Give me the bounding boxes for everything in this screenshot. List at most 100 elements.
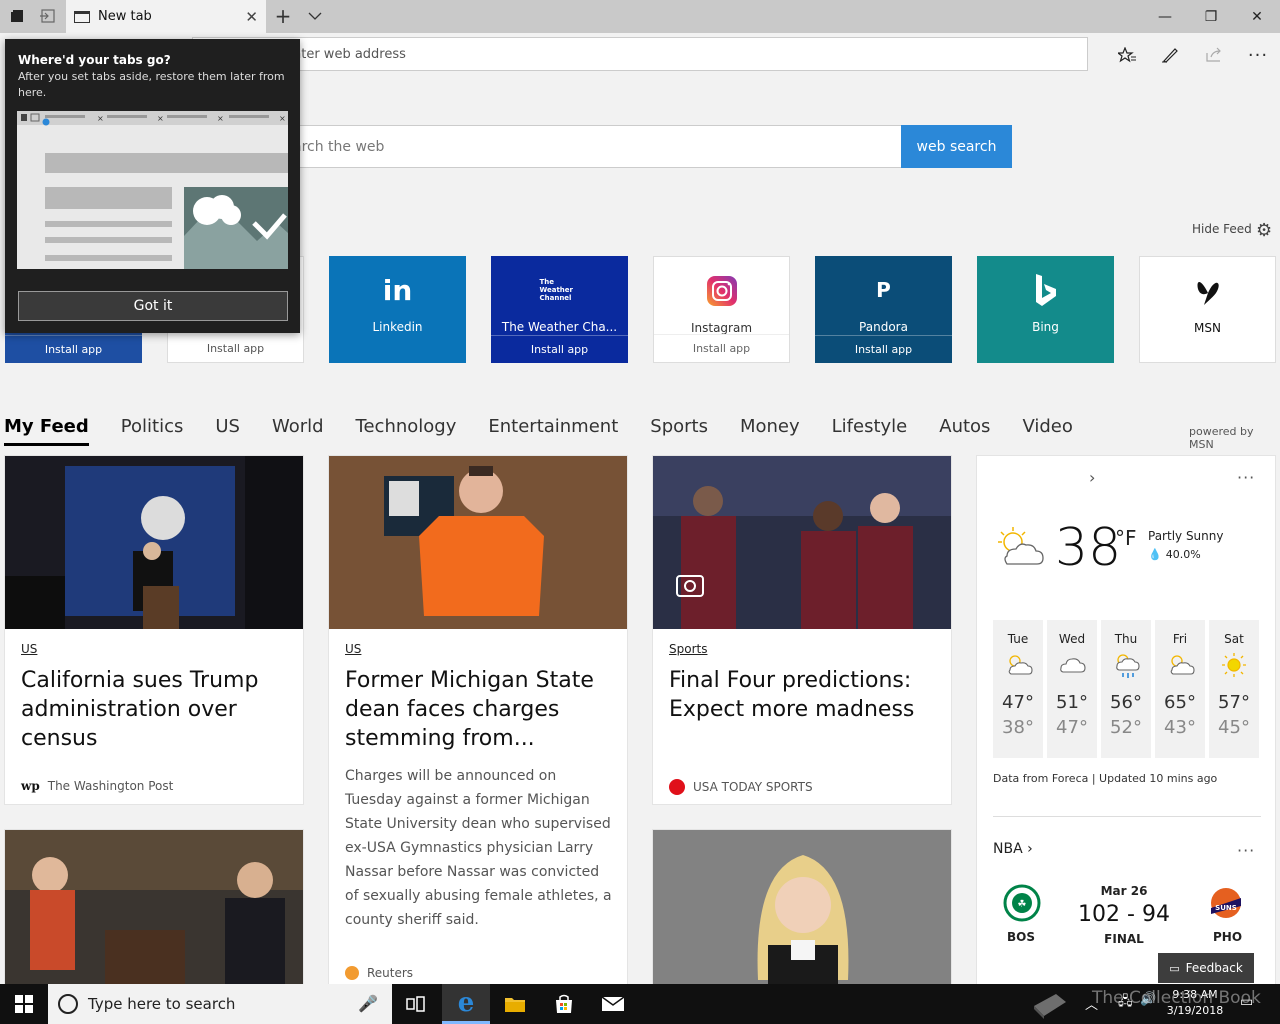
tile-pandora[interactable]: P Pandora Install app [815, 256, 952, 363]
news-headline[interactable]: Former Michigan State dean faces charges… [345, 666, 615, 753]
tab-previews-icon[interactable] [6, 6, 28, 26]
tab-sports[interactable]: Sports [650, 416, 708, 446]
divider [993, 816, 1261, 817]
feedback-button[interactable]: ▭ Feedback [1158, 953, 1254, 983]
store-icon[interactable] [540, 984, 588, 1024]
forecast-day[interactable]: Thu 56° 52° [1101, 620, 1151, 758]
more-options-icon[interactable]: ··· [1237, 841, 1255, 860]
tile-linkedin[interactable]: in Linkedin [329, 256, 466, 363]
forecast-day[interactable]: Wed 51° 47° [1047, 620, 1097, 758]
edge-browser-icon[interactable]: e [442, 984, 490, 1024]
tab-autos[interactable]: Autos [939, 416, 990, 446]
chevron-right-icon[interactable]: › [1089, 468, 1095, 487]
news-card[interactable]: US Former Michigan State dean faces char… [328, 455, 628, 985]
nba-title-link[interactable]: NBA › [993, 841, 1033, 857]
web-note-pen-icon[interactable] [1158, 44, 1182, 66]
new-tab-plus-icon[interactable]: + [272, 4, 294, 28]
news-description: Charges will be announced on Tuesday aga… [345, 768, 612, 928]
butterfly-icon [1194, 271, 1222, 311]
precip-value: 40.0% [1165, 548, 1201, 561]
install-app-label[interactable]: Install app [654, 334, 789, 362]
news-category[interactable]: Sports [669, 642, 707, 656]
reuters-icon [345, 966, 359, 980]
tab-world[interactable]: World [272, 416, 324, 446]
close-window-button[interactable]: ✕ [1234, 0, 1280, 33]
svg-text:×: × [279, 114, 286, 123]
taskbar-search-box[interactable]: Type here to search 🎤 [48, 984, 392, 1024]
hide-feed-link[interactable]: Hide Feed [1192, 222, 1252, 236]
forecast-high: 57° [1218, 692, 1250, 713]
news-source: Reuters [345, 966, 413, 980]
news-card[interactable] [4, 829, 304, 985]
set-tabs-aside-icon[interactable] [37, 6, 59, 26]
share-icon[interactable] [1202, 44, 1226, 66]
tab-new-tab[interactable]: New tab ✕ [66, 0, 266, 33]
favorites-star-icon[interactable] [1115, 44, 1139, 66]
file-explorer-icon[interactable] [491, 984, 539, 1024]
news-category[interactable]: US [21, 642, 37, 656]
web-search-button[interactable]: web search [901, 125, 1012, 168]
news-source: USA TODAY SPORTS [669, 779, 813, 795]
tile-label: Linkedin [372, 320, 423, 334]
install-app-label[interactable]: Install app [491, 335, 628, 363]
tab-entertainment[interactable]: Entertainment [488, 416, 618, 446]
tile-msn[interactable]: MSN [1139, 256, 1276, 363]
tile-bing[interactable]: Bing [977, 256, 1114, 363]
tab-my-feed[interactable]: My Feed [4, 416, 89, 446]
tab-lifestyle[interactable]: Lifestyle [832, 416, 908, 446]
install-app-label[interactable]: Install app [815, 335, 952, 363]
mail-icon[interactable] [589, 984, 637, 1024]
tile-label: The Weather Cha... [501, 320, 618, 334]
forecast-day-name: Sat [1224, 632, 1244, 646]
restore-button[interactable]: ❐ [1188, 0, 1234, 33]
microphone-icon[interactable]: 🎤 [358, 994, 378, 1013]
news-headline[interactable]: California sues Trump administration ove… [21, 666, 291, 753]
tab-video[interactable]: Video [1022, 416, 1072, 446]
address-field[interactable]: nter web address [192, 37, 1088, 71]
minimize-button[interactable]: — [1142, 0, 1188, 33]
tile-weather-channel[interactable]: The Weather Channel The Weather Cha... I… [491, 256, 628, 363]
tile-label: MSN [1194, 321, 1221, 335]
got-it-button[interactable]: Got it [18, 291, 288, 321]
gear-icon[interactable]: ⚙ [1256, 220, 1272, 241]
more-options-icon[interactable]: ··· [1237, 468, 1255, 487]
tab-technology[interactable]: Technology [356, 416, 457, 446]
forecast-high: 51° [1056, 692, 1088, 713]
forecast-day[interactable]: Fri 65° 43° [1155, 620, 1205, 758]
news-category[interactable]: US [345, 642, 361, 656]
weather-credit[interactable]: Data from Foreca | Updated 10 mins ago [993, 772, 1217, 785]
tab-title: New tab [98, 9, 152, 24]
chevron-down-icon[interactable] [304, 6, 326, 26]
install-app-label[interactable]: Install app [5, 335, 142, 363]
news-card[interactable]: US California sues Trump administration … [4, 455, 304, 805]
game-date: Mar 26 [1100, 884, 1148, 898]
temperature-unit[interactable]: °F [1115, 526, 1137, 550]
news-card[interactable]: Sports Final Four predictions: Expect mo… [652, 455, 952, 805]
install-app-label[interactable]: Install app [168, 334, 303, 362]
instagram-icon [706, 271, 738, 311]
home-team: BOS [1007, 930, 1035, 944]
tab-politics[interactable]: Politics [121, 416, 184, 446]
away-team: PHO [1213, 930, 1243, 944]
forecast-high: 47° [1002, 692, 1034, 713]
windows-start-icon[interactable] [0, 984, 48, 1024]
feedback-label: Feedback [1185, 961, 1243, 975]
forecast-high: 65° [1164, 692, 1196, 713]
tile-label: Instagram [690, 321, 753, 335]
tab-us[interactable]: US [215, 416, 240, 446]
svg-text:☘: ☘ [1018, 899, 1027, 910]
tile-instagram[interactable]: Instagram Install app [653, 256, 790, 363]
tab-close-icon[interactable]: ✕ [245, 8, 258, 26]
news-card[interactable] [652, 829, 952, 985]
more-options-icon[interactable]: ··· [1246, 44, 1270, 66]
forecast-day-name: Wed [1058, 632, 1086, 646]
forecast-day[interactable]: Sat 57° 45° [1209, 620, 1259, 758]
news-headline[interactable]: Final Four predictions: Expect more madn… [669, 666, 939, 724]
task-view-icon[interactable] [392, 984, 440, 1024]
source-name: Reuters [367, 966, 414, 980]
sun-cloud-icon [993, 524, 1045, 572]
forecast-day[interactable]: Tue 47° 38° [993, 620, 1043, 758]
weather-condition: Partly Sunny [1148, 529, 1224, 543]
tab-money[interactable]: Money [740, 416, 800, 446]
news-photo [653, 830, 951, 984]
